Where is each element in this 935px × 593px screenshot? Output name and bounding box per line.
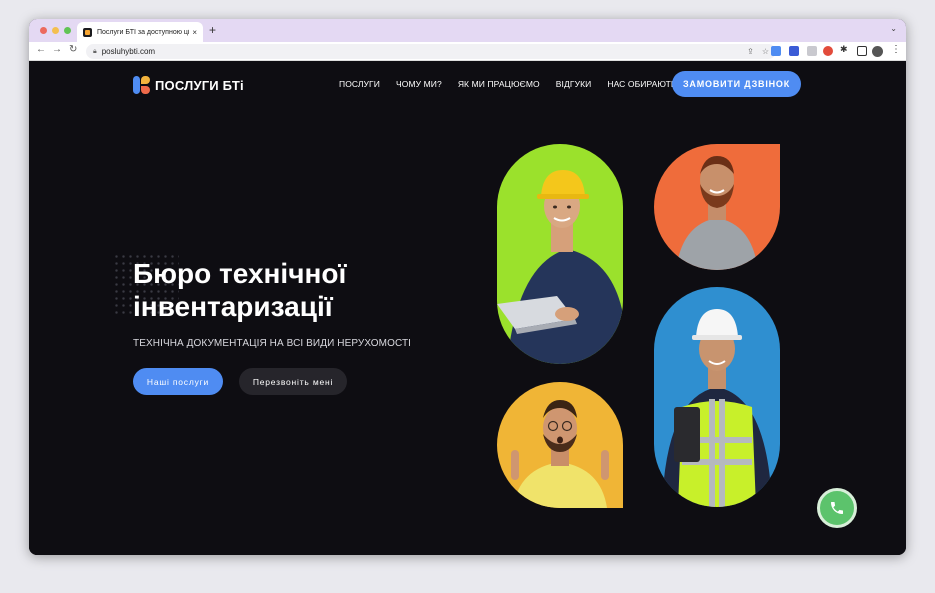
logo-text: ПОСЛУГИ БТі (155, 77, 244, 93)
hero-title: Бюро технічної інвентаризації (133, 258, 347, 322)
order-call-button[interactable]: ЗАМОВИТИ ДЗВІНОК (672, 71, 801, 97)
maximize-window-button[interactable] (64, 27, 71, 34)
share-icon[interactable]: ⇪ (747, 47, 754, 56)
new-tab-button[interactable]: + (209, 23, 216, 37)
extension-icon[interactable] (807, 46, 817, 56)
puzzle-extensions-icon[interactable]: ✱ (840, 44, 848, 55)
translate-extension-icon[interactable] (771, 46, 781, 56)
favicon-icon (83, 27, 92, 37)
tab-search-chevron-icon[interactable]: ⌄ (890, 24, 897, 33)
browser-tab[interactable]: Послуги БТІ за доступною ціною × (77, 22, 203, 42)
reload-icon[interactable]: ↻ (69, 44, 77, 55)
call-me-back-button[interactable]: Перезвоніть мені (239, 368, 347, 395)
extension-icon[interactable] (823, 46, 833, 56)
site-logo[interactable]: ПОСЛУГИ БТі (133, 76, 244, 94)
back-icon[interactable]: ← (36, 44, 46, 55)
lock-icon[interactable]: 🔒︎ (93, 48, 97, 56)
website-page: ПОСЛУГИ БТі ПОСЛУГИ ЧОМУ МИ? ЯК МИ ПРАЦЮ… (29, 61, 906, 555)
nav-link-how-we-work[interactable]: ЯК МИ ПРАЦЮЄМО (458, 79, 540, 89)
star-icon[interactable]: ☆ (762, 47, 769, 56)
tab-bar: Послуги БТІ за доступною ціною × + ⌄ (29, 19, 906, 42)
photo-engineer-laptop (497, 144, 623, 364)
our-services-button[interactable]: Наші послуги (133, 368, 223, 395)
phone-icon (831, 502, 843, 514)
logo-mark-icon (133, 76, 151, 94)
profile-avatar-icon[interactable] (872, 46, 883, 57)
nav-link-services[interactable]: ПОСЛУГИ (339, 79, 380, 89)
call-floating-button[interactable] (817, 488, 857, 528)
address-bar[interactable]: 🔒︎ posluhybti.com ⇪ ☆ (86, 44, 776, 59)
forward-icon[interactable]: → (52, 44, 62, 55)
sidebar-icon[interactable] (857, 46, 867, 56)
tab-close-icon[interactable]: × (192, 28, 197, 37)
nav-link-why-us[interactable]: ЧОМУ МИ? (396, 79, 442, 89)
url-text[interactable]: posluhybti.com (102, 47, 739, 56)
menu-icon[interactable]: ⋮ (891, 44, 901, 55)
close-window-button[interactable] (40, 27, 47, 34)
hero-subtitle: ТЕХНІЧНА ДОКУМЕНТАЦІЯ НА ВСІ ВИДИ НЕРУХО… (133, 338, 412, 349)
browser-window: Послуги БТІ за доступною ціною × + ⌄ ← →… (29, 19, 906, 555)
minimize-window-button[interactable] (52, 27, 59, 34)
main-nav: ПОСЛУГИ ЧОМУ МИ? ЯК МИ ПРАЦЮЄМО ВІДГУКИ … (339, 79, 693, 89)
tab-title: Послуги БТІ за доступною ціною (97, 28, 190, 36)
extension-icon[interactable] (789, 46, 799, 56)
nav-link-clients[interactable]: НАС ОБИРАЮТЬ (607, 79, 676, 89)
photo-worker-vest (654, 287, 780, 507)
browser-toolbar: ← → ↻ 🔒︎ posluhybti.com ⇪ ☆ ✱ ⋮ (29, 42, 906, 61)
nav-link-reviews[interactable]: ВІДГУКИ (556, 79, 592, 89)
photo-bearded-man (654, 144, 780, 270)
photo-surprised-man (497, 382, 623, 508)
